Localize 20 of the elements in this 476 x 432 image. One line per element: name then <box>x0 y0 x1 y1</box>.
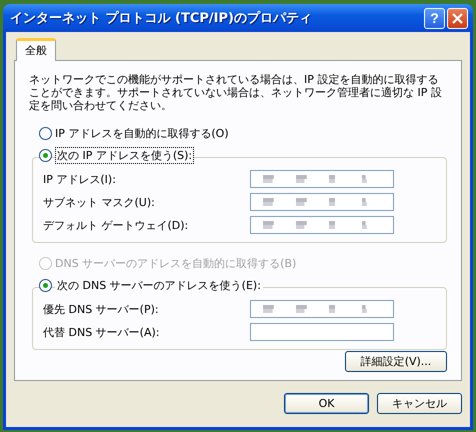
address-field[interactable] <box>250 216 394 234</box>
close-button[interactable] <box>447 8 468 28</box>
tab[interactable]: 全般 <box>16 38 56 61</box>
address-field[interactable] <box>250 193 394 211</box>
address-field[interactable] <box>250 300 394 318</box>
field-label: IP アドレス(I): <box>43 172 116 186</box>
radio-option[interactable]: IP アドレスを自動的に取得する(O) <box>39 126 447 141</box>
advanced-button[interactable]: 詳細設定(V)... <box>345 351 447 372</box>
window-title: インターネット プロトコル (TCP/IP)のプロパティ <box>10 10 312 27</box>
close-icon <box>452 12 463 24</box>
field-label: 優先 DNS サーバー(P): <box>43 302 159 316</box>
field-label: 代替 DNS サーバー(A): <box>43 324 160 340</box>
dialog-button[interactable]: キャンセル <box>377 393 462 414</box>
dialog-button[interactable]: OK <box>284 393 369 414</box>
field-label: サブネット マスク(U): <box>43 194 155 210</box>
field-label: デフォルト ゲートウェイ(D): <box>43 218 188 232</box>
description-text: ネットワークでこの機能がサポートされている場合は、IP 設定を自動的に取得することができます。サポートされていない場合は、ネットワーク管理者に適切な IP 設定を問い合わせてください。 <box>29 73 443 112</box>
help-button[interactable]: ? <box>424 8 445 28</box>
address-field[interactable] <box>250 323 394 341</box>
address-field[interactable] <box>250 170 394 188</box>
